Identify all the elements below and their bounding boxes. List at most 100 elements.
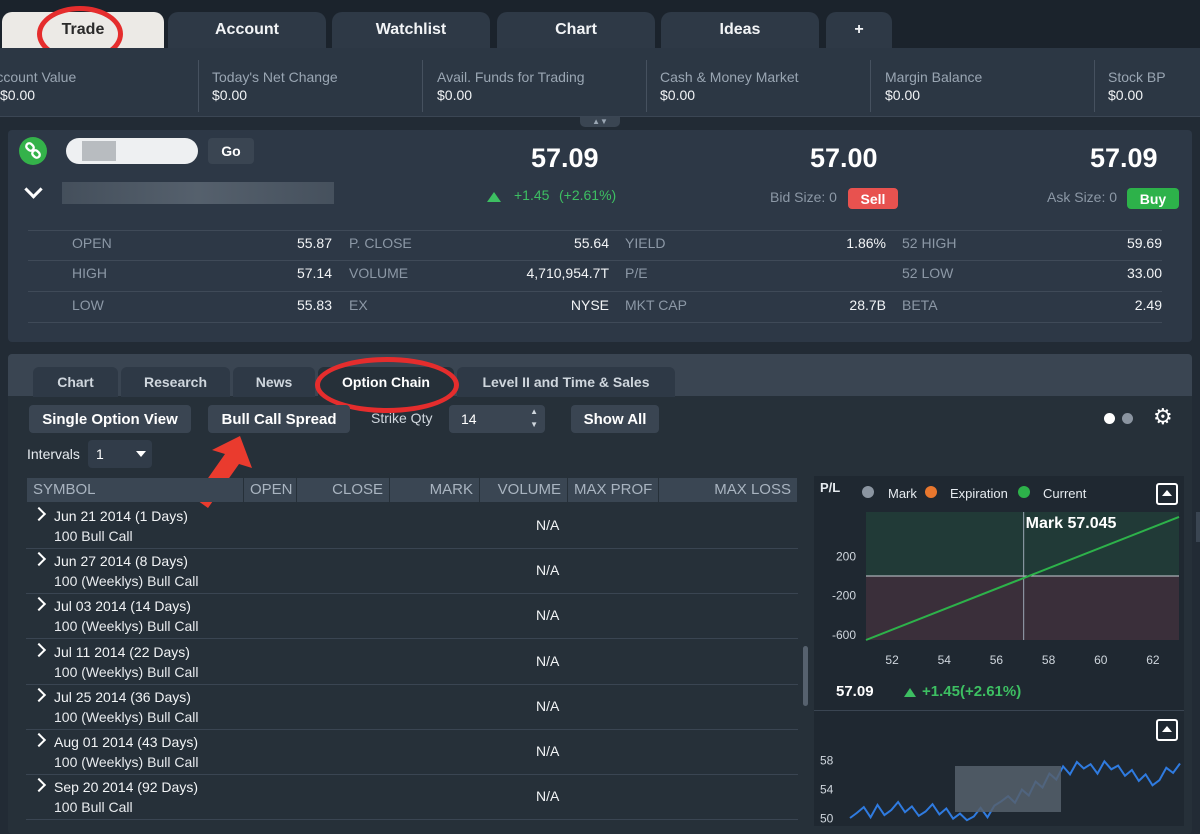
stat-label: VOLUME xyxy=(349,265,409,281)
table-row[interactable]: Jul 11 2014 (22 Days) 100 (Weeklys) Bull … xyxy=(26,639,798,685)
table-row[interactable]: Jun 27 2014 (8 Days) 100 (Weeklys) Bull C… xyxy=(26,548,798,595)
tab-add[interactable]: + xyxy=(826,12,892,48)
x-tick-label: 56 xyxy=(990,653,1004,667)
row-value: N/A xyxy=(536,788,560,805)
col-mark[interactable]: MARK xyxy=(390,478,479,502)
symbol-redacted xyxy=(82,141,116,161)
single-option-view-button[interactable]: Single Option View xyxy=(29,405,191,433)
table-row[interactable]: Aug 01 2014 (43 Days) 100 (Weeklys) Bull … xyxy=(26,729,798,775)
x-tick-label: 58 xyxy=(1042,653,1056,667)
stat-label: 52 LOW xyxy=(902,265,954,281)
sell-button[interactable]: Sell xyxy=(848,188,898,209)
row-value: N/A xyxy=(536,607,560,624)
symbol-input[interactable] xyxy=(66,138,198,164)
table-row[interactable]: Sep 20 2014 (92 Days) 100 Bull Call N/A xyxy=(26,774,798,821)
chevron-right-icon[interactable] xyxy=(31,642,47,657)
stat-label: P/E xyxy=(625,265,648,281)
subtab-research[interactable]: Research xyxy=(121,367,230,397)
stat-value: 33.00 xyxy=(1126,265,1162,281)
stat-value: 2.49 xyxy=(1134,297,1162,313)
x-tick-label: 54 xyxy=(938,653,952,667)
strategy-desc: 100 Bull Call xyxy=(54,799,133,816)
summary-avail-funds: Avail. Funds for Trading $0.00 xyxy=(437,69,585,103)
stat-label: LOW xyxy=(72,297,104,313)
row-value: N/A xyxy=(536,743,560,759)
intervals-select[interactable]: 1 xyxy=(88,440,152,468)
legend-expiration: Expiration xyxy=(950,486,1008,501)
buy-button[interactable]: Buy xyxy=(1127,188,1179,209)
y-tick-label: -600 xyxy=(832,628,856,642)
expiration-date: Jul 03 2014 (14 Days) xyxy=(54,598,191,615)
side-handle[interactable] xyxy=(1196,512,1200,542)
col-max-prof[interactable]: MAX PROF xyxy=(568,478,658,502)
intervals-label: Intervals xyxy=(27,446,80,462)
summary-label: Cash & Money Market xyxy=(660,69,799,85)
link-icon[interactable] xyxy=(19,137,47,165)
chevron-right-icon[interactable] xyxy=(31,506,47,522)
x-tick-label: 62 xyxy=(1146,653,1160,667)
col-open[interactable]: OPEN xyxy=(244,478,296,502)
chevron-right-icon[interactable] xyxy=(31,552,47,567)
expiration-date: Jul 11 2014 (22 Days) xyxy=(54,643,190,660)
tab-ideas[interactable]: Ideas xyxy=(661,12,819,48)
stat-value: 55.83 xyxy=(296,297,332,313)
collapse-button[interactable] xyxy=(1156,483,1178,505)
subtab-news[interactable]: News xyxy=(233,367,315,397)
legend-dot xyxy=(925,486,937,498)
tab-watchlist[interactable]: Watchlist xyxy=(332,12,490,48)
col-volume[interactable]: VOLUME xyxy=(480,478,567,502)
go-button[interactable]: Go xyxy=(208,138,254,164)
ask-price: 57.09 xyxy=(1090,143,1158,173)
stat-label: MKT CAP xyxy=(625,297,687,313)
last-price: 57.09 xyxy=(531,143,599,173)
bid-price: 57.00 xyxy=(810,143,878,173)
tab-account[interactable]: Account xyxy=(168,12,326,48)
resize-handle[interactable]: ▲▼ xyxy=(580,117,620,127)
strike-qty-stepper[interactable]: 14 ▲ ▼ xyxy=(449,405,545,433)
strategy-desc: 100 (Weeklys) Bull Call xyxy=(54,573,199,590)
divider xyxy=(646,60,647,112)
summary-value: $0.00 xyxy=(0,87,36,103)
y-tick-label: 50 xyxy=(820,812,834,826)
row-value: N/A xyxy=(536,697,560,714)
stepper-down-icon[interactable]: ▼ xyxy=(530,420,538,429)
stepper-up-icon[interactable]: ▲ xyxy=(530,407,538,416)
pl-chart: Mark 57.045 200 -200 -600 52 54 56 58 60 62 xyxy=(832,512,1180,667)
subtab-level2[interactable]: Level II and Time & Sales xyxy=(457,367,675,397)
pl-header: P/L xyxy=(820,480,841,495)
collapse-button[interactable] xyxy=(1156,719,1178,741)
mini-change: +1.45(+2.61%) xyxy=(922,683,1022,700)
mark-label: Mark 57.045 xyxy=(1026,515,1117,532)
legend-current: Current xyxy=(1043,486,1087,501)
col-close[interactable]: CLOSE xyxy=(297,478,389,502)
chevron-right-icon[interactable] xyxy=(31,687,47,702)
chevron-right-icon[interactable] xyxy=(31,778,47,793)
subtab-chart[interactable]: Chart xyxy=(33,367,118,397)
stat-value: 55.64 xyxy=(573,235,609,251)
chevron-right-icon[interactable] xyxy=(31,732,47,748)
page-dot-active[interactable] xyxy=(1104,413,1115,424)
col-symbol[interactable]: SYMBOL xyxy=(27,478,243,502)
table-row[interactable]: Jul 25 2014 (36 Days) 100 (Weeklys) Bull … xyxy=(26,684,798,730)
page-dot[interactable] xyxy=(1122,413,1133,424)
summary-label: Today's Net Change xyxy=(212,69,338,85)
intervals-value: 1 xyxy=(96,446,104,462)
scrollbar[interactable] xyxy=(803,646,808,706)
gear-icon[interactable]: ⚙ xyxy=(1153,406,1173,428)
col-max-loss[interactable]: MAX LOSS xyxy=(659,478,797,502)
stat-value: 28.7B xyxy=(849,297,886,313)
tab-chart[interactable]: Chart xyxy=(497,12,655,48)
table-row[interactable]: Jul 03 2014 (14 Days) 100 (Weeklys) Bull … xyxy=(26,593,798,640)
stat-value: 1.86% xyxy=(846,235,886,251)
summary-cash: Cash & Money Market $0.00 xyxy=(660,69,799,103)
stat-label: OPEN xyxy=(72,235,112,251)
caret-up-icon xyxy=(1162,490,1172,496)
summary-stock-bp: Stock BP $0.00 xyxy=(1108,69,1166,103)
table-row[interactable]: Jun 21 2014 (1 Days) 100 Bull Call N/A xyxy=(26,503,798,549)
divider xyxy=(28,291,1162,292)
summary-value: $0.00 xyxy=(660,87,696,103)
summary-margin: Margin Balance $0.00 xyxy=(885,69,982,103)
chevron-right-icon[interactable] xyxy=(31,597,47,612)
show-all-button[interactable]: Show All xyxy=(571,405,659,433)
strategy-desc: 100 (Weeklys) Bull Call xyxy=(54,754,199,770)
